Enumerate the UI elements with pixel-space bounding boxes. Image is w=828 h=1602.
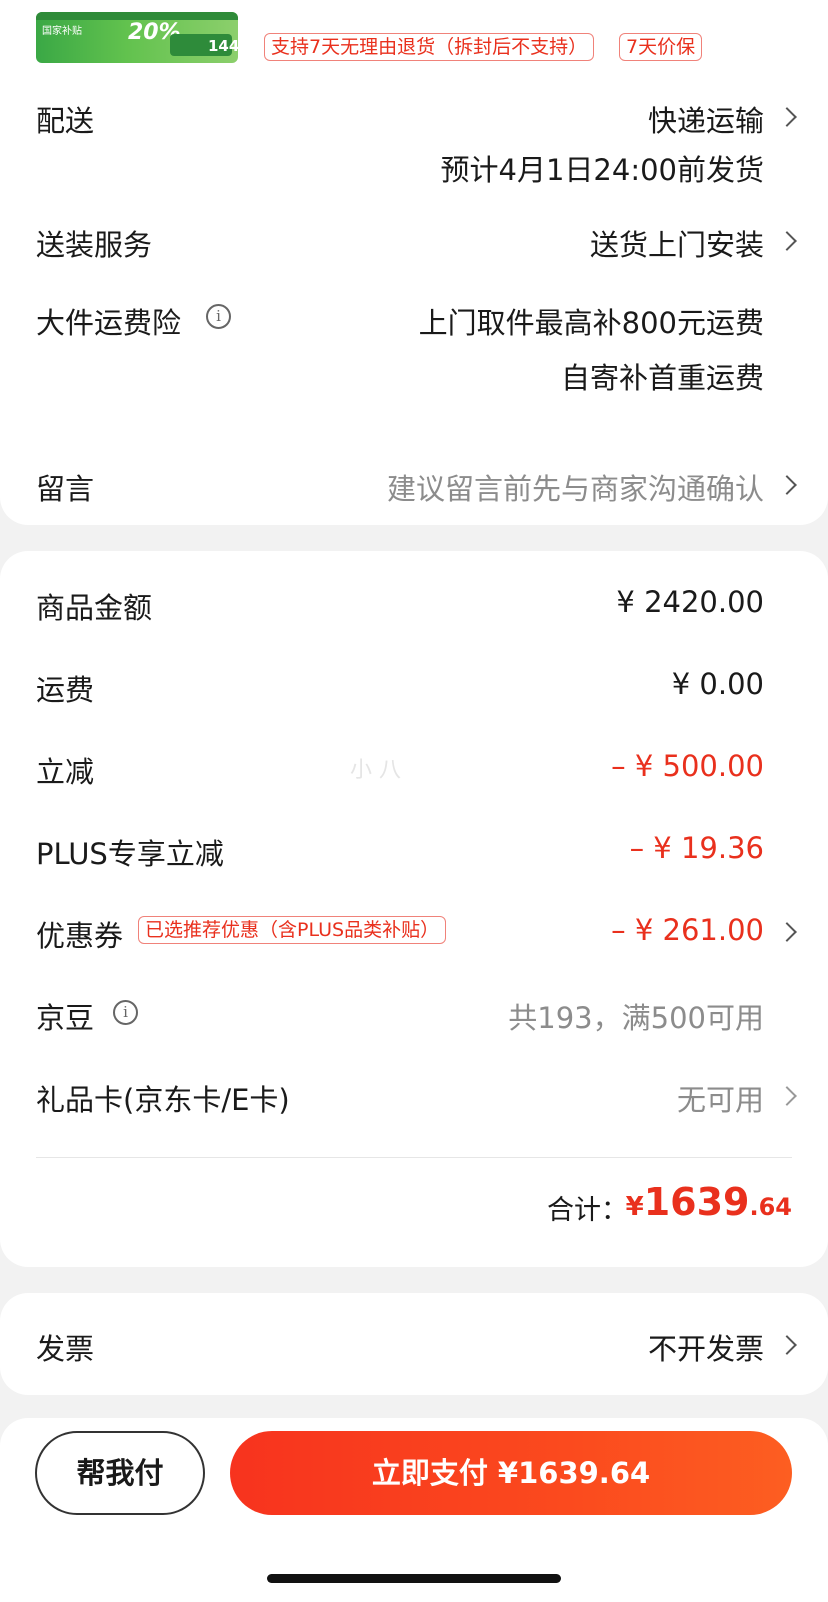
banner-category: 国家补贴: [42, 26, 82, 37]
goods-amount-value: ¥ 2420.00: [616, 585, 764, 619]
plus-discount-label: PLUS专享立减: [36, 837, 224, 871]
price-summary-card: [0, 551, 828, 1267]
help-pay-button[interactable]: 帮我付: [35, 1431, 205, 1515]
total-decimal: .64: [749, 1193, 792, 1221]
note-label: 留言: [36, 472, 95, 506]
product-thumbnail[interactable]: 国家补贴 20% 1445: [36, 12, 238, 63]
delivery-method[interactable]: 快递运输: [648, 98, 764, 140]
total-currency: ¥: [625, 1192, 644, 1222]
pay-now-button[interactable]: 立即支付 ¥1639.64: [230, 1431, 792, 1515]
total-label: 合计：: [547, 1195, 628, 1226]
install-service-value[interactable]: 送货上门安装: [590, 222, 764, 264]
order-details-card: 国家补贴 20% 1445 支持7天无理由退货（拆封后不支持） 7天价保 配送 …: [0, 0, 828, 525]
info-icon[interactable]: i: [206, 304, 231, 329]
insurance-line1: 上门取件最高补800元运费: [418, 306, 764, 340]
delivery-eta: 预计4月1日24:00前发货: [440, 153, 764, 187]
chevron-right-icon[interactable]: [777, 475, 797, 495]
shipping-fee-label: 运费: [36, 673, 95, 707]
delivery-label: 配送: [36, 104, 95, 138]
shipping-insurance-label: 大件运费险: [36, 306, 182, 340]
gift-card-value[interactable]: 无可用: [677, 1077, 764, 1119]
coupon-value[interactable]: – ¥ 261.00: [611, 913, 764, 947]
total-integer: 1639: [643, 1180, 750, 1224]
invoice-label: 发票: [36, 1332, 95, 1366]
coupon-label: 优惠券: [36, 919, 124, 953]
shipping-fee-value: ¥ 0.00: [671, 667, 764, 701]
coupon-tag: 已选推荐优惠（含PLUS品类补贴）: [138, 916, 447, 944]
jd-beans-label: 京豆: [36, 1001, 95, 1035]
watermark: 小 八: [350, 758, 401, 783]
info-icon[interactable]: i: [113, 1000, 138, 1025]
home-indicator[interactable]: [267, 1574, 561, 1583]
total-amount: ¥1639.64: [626, 1180, 792, 1224]
instant-discount-label: 立减: [36, 755, 95, 789]
chevron-right-icon[interactable]: [777, 231, 797, 251]
banner-price: 1445: [208, 37, 238, 55]
plus-discount-value: – ¥ 19.36: [629, 831, 764, 865]
invoice-value[interactable]: 不开发票: [648, 1326, 764, 1368]
divider: [36, 1157, 792, 1158]
return-policy-tag: 支持7天无理由退货（拆封后不支持）: [264, 33, 595, 61]
install-service-label: 送装服务: [36, 228, 153, 262]
instant-discount-value: – ¥ 500.00: [611, 749, 764, 783]
chevron-right-icon[interactable]: [777, 107, 797, 127]
insurance-line2: 自寄补首重运费: [560, 361, 764, 395]
goods-amount-label: 商品金额: [36, 591, 153, 625]
gift-card-label: 礼品卡(京东卡/E卡): [36, 1083, 290, 1117]
note-input[interactable]: 建议留言前先与商家沟通确认: [387, 466, 764, 508]
jd-beans-value: 共193，满500可用: [508, 1001, 764, 1035]
price-protect-tag: 7天价保: [619, 33, 703, 61]
banner-strip: [36, 12, 238, 20]
